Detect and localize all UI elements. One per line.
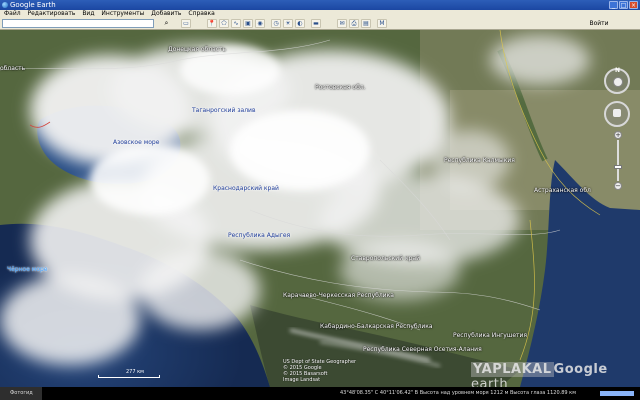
- watermark-brand: YAPLAKAL: [471, 362, 554, 377]
- overlay-icon[interactable]: ▣: [243, 19, 253, 28]
- north-indicator[interactable]: N: [615, 67, 620, 74]
- menu-view[interactable]: Вид: [82, 10, 94, 17]
- imagery-attribution: US Dept of State Geographer © 2015 Googl…: [283, 359, 356, 383]
- watermark-earth: earth: [471, 377, 509, 387]
- polygon-icon[interactable]: ⬠: [219, 19, 229, 28]
- maps-icon[interactable]: M: [377, 19, 387, 28]
- look-joystick-icon[interactable]: [613, 77, 623, 87]
- search-input[interactable]: [2, 19, 154, 28]
- close-button[interactable]: ×: [629, 1, 638, 9]
- menu-help[interactable]: Справка: [188, 10, 214, 17]
- email-icon[interactable]: ✉: [337, 19, 347, 28]
- sun-icon[interactable]: ☀: [283, 19, 293, 28]
- tour-guide-label: Фотогид: [10, 390, 33, 396]
- scale-bar: [98, 375, 160, 378]
- menu-bar: Файл Редактировать Вид Инструменты Добав…: [0, 10, 640, 18]
- label-karachay-cherkessia[interactable]: Карачаево-Черкесская Республика: [283, 292, 394, 299]
- coordinates-readout: 43°48'08.35" С 40°11'06.42" В Высота над…: [340, 390, 576, 396]
- history-icon[interactable]: ◷: [271, 19, 281, 28]
- navigation-controls: N + −: [601, 67, 635, 196]
- menu-add[interactable]: Добавить: [151, 10, 181, 17]
- watermark: YAPLAKAL Google earth: [471, 362, 640, 387]
- label-oblast-left[interactable]: область: [0, 65, 25, 72]
- look-control[interactable]: N: [604, 67, 630, 94]
- zoom-in-button[interactable]: +: [614, 131, 622, 139]
- label-krasnodar-krai[interactable]: Краснодарский край: [213, 185, 279, 192]
- label-north-ossetia[interactable]: Республика Северная Осетия-Алания: [363, 346, 482, 353]
- move-joystick-icon[interactable]: [613, 109, 621, 117]
- print-icon[interactable]: ⎙: [349, 19, 359, 28]
- save-image-icon[interactable]: ▤: [361, 19, 371, 28]
- label-taganrog-bay[interactable]: Таганрогский залив: [192, 107, 256, 114]
- ruler-icon[interactable]: ▬: [311, 19, 321, 28]
- path-icon[interactable]: ∿: [231, 19, 241, 28]
- streaming-progress-fill: [600, 391, 634, 396]
- label-black-sea[interactable]: Чёрное море: [7, 266, 48, 273]
- move-control[interactable]: [604, 101, 630, 127]
- search-icon[interactable]: ⌕: [162, 19, 171, 28]
- hide-sidebar-icon[interactable]: ▭: [181, 19, 191, 28]
- label-stavropol-krai[interactable]: Ставропольский край: [351, 255, 420, 262]
- placemark-icon[interactable]: 📍: [207, 19, 217, 28]
- status-bar: Фотогид 43°48'08.35" С 40°11'06.42" В Вы…: [0, 387, 640, 400]
- label-donetsk-oblast[interactable]: Донецкая область: [168, 46, 226, 53]
- menu-file[interactable]: Файл: [4, 10, 21, 17]
- label-astrakhan-oblast[interactable]: Астраханская обл: [534, 187, 591, 194]
- title-bar: Google Earth _ □ ×: [0, 0, 640, 10]
- maximize-button[interactable]: □: [619, 1, 628, 9]
- menu-edit[interactable]: Редактировать: [28, 10, 76, 17]
- menu-tools[interactable]: Инструменты: [101, 10, 144, 17]
- watermark-suffix: Google: [553, 362, 608, 377]
- tour-guide-button[interactable]: Фотогид: [0, 387, 42, 400]
- planets-icon[interactable]: ◐: [295, 19, 305, 28]
- google-earth-icon: [2, 2, 8, 8]
- sign-in-button[interactable]: Войти: [560, 19, 638, 28]
- zoom-slider-knob[interactable]: [614, 164, 622, 169]
- label-adygea[interactable]: Республика Адыгея: [228, 232, 290, 239]
- label-kalmykia[interactable]: Республика Калмыкия: [444, 157, 515, 164]
- tour-icon[interactable]: ◉: [255, 19, 265, 28]
- window-title: Google Earth: [10, 1, 56, 9]
- window-controls: _ □ ×: [609, 1, 638, 9]
- streaming-progress: [600, 391, 634, 396]
- label-azov-sea[interactable]: Азовское море: [113, 139, 159, 146]
- label-rostov-oblast[interactable]: Ростовская обл.: [315, 84, 366, 91]
- zoom-out-button[interactable]: −: [614, 182, 622, 190]
- label-ingushetia[interactable]: Республика Ингушетия: [453, 332, 527, 339]
- toolbar: ⌕ ▭ 📍 ⬠ ∿ ▣ ◉ ◷ ☀ ◐ ▬ ✉ ⎙ ▤ M Войти: [0, 18, 640, 30]
- minimize-button[interactable]: _: [609, 1, 618, 9]
- attribution-line: Image Landsat: [283, 377, 321, 383]
- zoom-slider[interactable]: [617, 140, 619, 181]
- map-view[interactable]: область Донецкая область Ростовская обл.…: [0, 30, 640, 387]
- label-kabardino-balkaria[interactable]: Кабардино-Балкарская Республика: [320, 323, 433, 330]
